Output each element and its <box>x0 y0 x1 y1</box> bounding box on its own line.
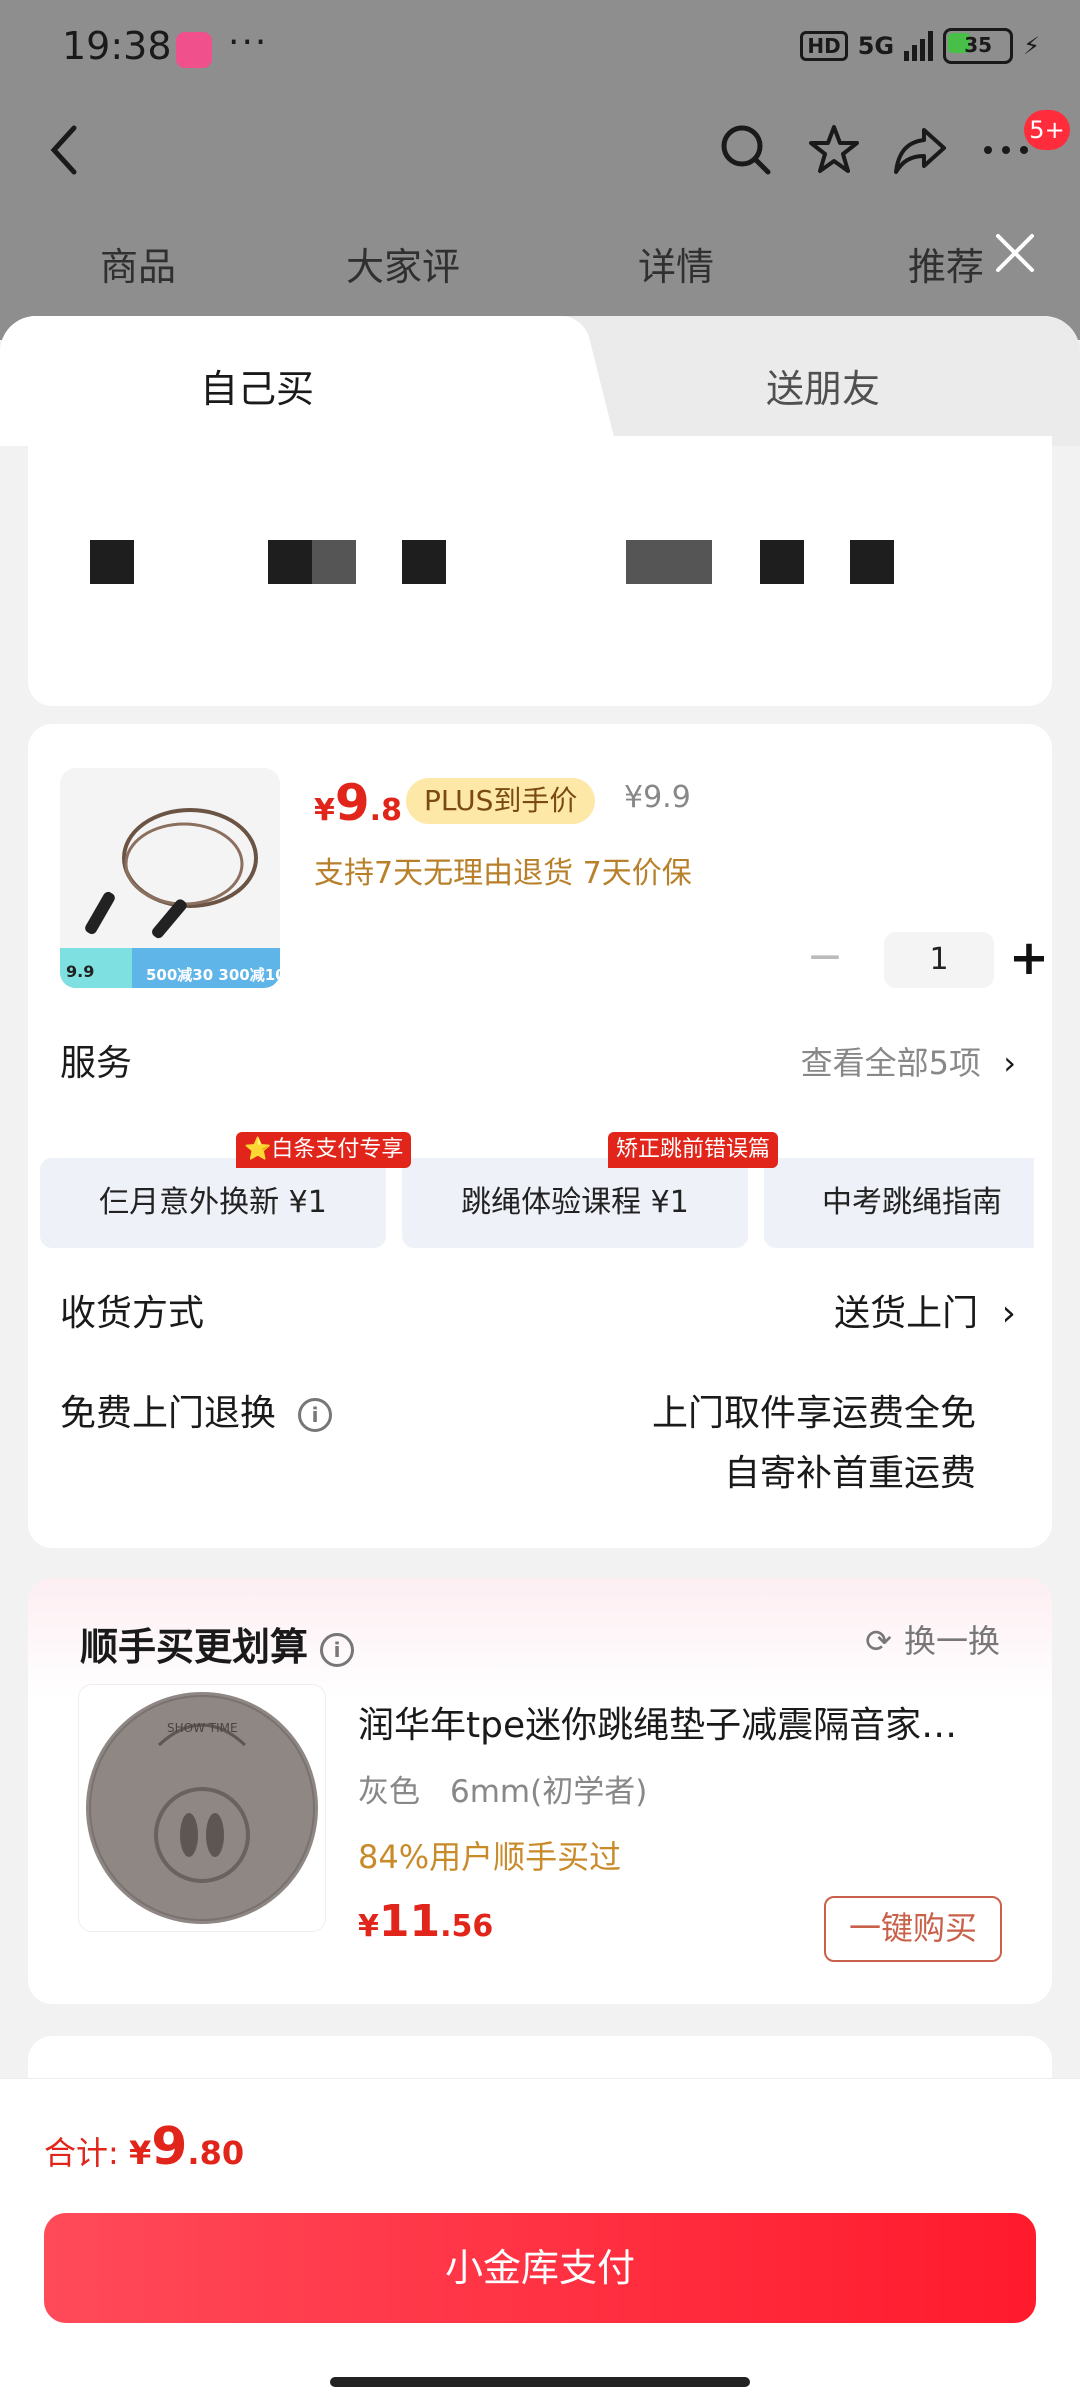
spec-color: 灰色 <box>358 1774 420 1810</box>
product-price: ¥9.8 <box>314 774 402 832</box>
plus-price-badge: PLUS到手价 <box>406 778 596 824</box>
total-symbol: ¥ <box>128 2134 152 2172</box>
hd-icon: HD <box>800 31 848 61</box>
service-option-guide[interactable]: 中考跳绳指南 <box>764 1158 1034 1248</box>
purchase-mode-switch: 自己买 送朋友 <box>0 316 1080 446</box>
return-policy-line2: 自寄补首重运费 <box>723 1453 976 1494</box>
info-icon[interactable]: i <box>320 1632 355 1667</box>
thumb-promo: 500减30 300减10 <box>146 966 280 984</box>
redacted-block <box>312 540 356 584</box>
system-icons: HD 5G 35 ⚡ <box>800 28 1040 64</box>
app-notification-icon <box>176 32 212 68</box>
close-icon[interactable] <box>990 228 1040 278</box>
bundle-product-spec[interactable]: 灰色 6mm(初学者) <box>358 1766 647 1811</box>
bundle-product-name[interactable]: 润华年tpe迷你跳绳垫子减震隔音家… <box>358 1696 998 1748</box>
view-all-services-text: 查看全部5项 <box>800 1044 982 1082</box>
status-bar: 19:38 ··· HD 5G 35 ⚡ <box>0 0 1080 100</box>
swap-text: 换一换 <box>903 1622 1000 1660</box>
search-icon[interactable] <box>718 122 774 178</box>
total-integer: 9 <box>151 2117 188 2177</box>
price-integer: 11 <box>378 1896 441 1947</box>
bundle-recommendation-card: 顺手买更划算 i ⟳ 换一换 SHOW TIME 润华年tpe迷你跳绳垫子减震隔音家… <box>28 1578 1052 2004</box>
back-icon[interactable] <box>44 120 84 180</box>
total-label: 合计: <box>44 2134 129 2172</box>
spec-size: 6mm(初学者) <box>450 1774 648 1810</box>
battery-level: 35 <box>964 33 993 57</box>
redacted-block <box>90 540 134 584</box>
view-all-services-link[interactable]: 查看全部5项 › <box>801 1038 1016 1084</box>
original-price: ¥9.9 <box>624 780 691 815</box>
tab-gift-friend[interactable]: 送朋友 <box>766 358 880 413</box>
checkout-bar: 合计: ¥9.80 小金库支付 <box>0 2078 1080 2401</box>
bundle-title: 顺手买更划算 i <box>80 1616 355 1671</box>
redacted-block <box>850 540 894 584</box>
home-indicator[interactable] <box>330 2377 750 2387</box>
redacted-block <box>402 540 446 584</box>
battery-icon: 35 <box>943 28 1014 64</box>
tab-goods[interactable]: 商品 <box>100 236 176 291</box>
tab-details[interactable]: 详情 <box>638 236 714 291</box>
service-tag-text: 白条支付专享 <box>271 1137 404 1162</box>
mat-print-text: SHOW TIME <box>167 1721 238 1735</box>
total-decimal: .80 <box>187 2134 245 2172</box>
thumb-price: 9.9 <box>66 962 95 981</box>
order-total: 合计: ¥9.80 <box>44 2117 244 2177</box>
price-decimal: .8 <box>369 793 402 828</box>
bought-together-rate: 84%用户顺手买过 <box>358 1838 622 1876</box>
chevron-right-icon: › <box>1001 1293 1016 1334</box>
price-integer: 9 <box>334 774 370 832</box>
redacted-block <box>760 540 804 584</box>
top-navigation <box>0 100 1080 200</box>
decrease-quantity-button[interactable]: − <box>800 932 850 988</box>
redacted-block <box>268 540 312 584</box>
favorite-star-icon[interactable] <box>806 122 862 178</box>
refresh-icon: ⟳ <box>865 1622 892 1660</box>
return-policy-line1: 上门取件享运费全免 <box>651 1393 976 1434</box>
message-count-badge: 5+ <box>1024 110 1070 150</box>
quantity-value[interactable]: 1 <box>884 932 994 988</box>
service-tag-course: 矫正跳前错误篇 <box>608 1132 779 1168</box>
more-notifications-icon: ··· <box>228 22 269 63</box>
delivery-label: 收货方式 <box>60 1293 205 1334</box>
product-card: 9.9 500减30 300减10 ¥9.8 PLUS到手价 ¥9.9 支持7天… <box>28 724 1052 1548</box>
jump-rope-image <box>60 768 280 988</box>
redacted-block <box>668 540 712 584</box>
jump-mat-image[interactable]: SHOW TIME <box>78 1684 326 1932</box>
bundle-price: ¥11.56 <box>358 1896 493 1947</box>
service-option-course[interactable]: 跳绳体验课程 ¥1 <box>402 1158 748 1248</box>
charging-icon: ⚡ <box>1023 32 1040 60</box>
service-tag-baitiao: ⭐白条支付专享 <box>236 1132 412 1168</box>
page-tabs: 商品 大家评 详情 推荐 <box>0 234 1080 306</box>
chevron-right-icon: › <box>1003 1044 1016 1082</box>
price-decimal: .56 <box>440 1909 494 1944</box>
price-symbol: ¥ <box>358 1909 379 1944</box>
return-guarantee: 支持7天无理由退货 7天价保 <box>314 856 692 891</box>
delivery-method-value: 送货上门 <box>834 1293 979 1334</box>
pay-button[interactable]: 小金库支付 <box>44 2213 1036 2323</box>
bundle-title-text: 顺手买更划算 <box>80 1625 309 1669</box>
delivery-method-selector[interactable]: 送货上门 › <box>834 1284 1016 1336</box>
one-click-buy-button[interactable]: 一键购买 <box>824 1896 1002 1962</box>
price-symbol: ¥ <box>314 793 335 828</box>
tab-buy-self-label[interactable]: 自己买 <box>200 358 314 413</box>
tab-recommend[interactable]: 推荐 <box>908 236 984 291</box>
increase-quantity-button[interactable]: + <box>1004 928 1054 988</box>
address-card-redacted[interactable] <box>28 436 1052 706</box>
status-time: 19:38 <box>62 24 172 68</box>
service-label: 服务 <box>60 1043 133 1084</box>
network-label: 5G <box>857 32 895 60</box>
free-return-text: 免费上门退换 <box>60 1393 277 1434</box>
tab-reviews[interactable]: 大家评 <box>346 236 460 291</box>
share-icon[interactable] <box>892 122 948 178</box>
redacted-block <box>626 540 670 584</box>
free-return-label: 免费上门退换 i <box>60 1384 333 1436</box>
info-icon[interactable]: i <box>298 1398 333 1432</box>
product-thumbnail[interactable]: 9.9 500减30 300减10 <box>60 768 280 988</box>
swap-button[interactable]: ⟳ 换一换 <box>865 1616 1000 1662</box>
service-option-replacement[interactable]: 仨月意外换新 ¥1 <box>40 1158 386 1248</box>
signal-icon <box>904 31 934 61</box>
